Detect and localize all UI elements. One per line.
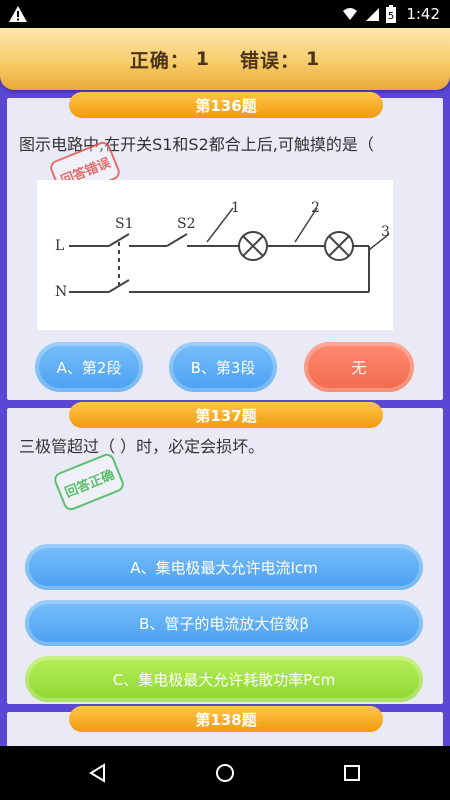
label-N: N	[55, 284, 67, 300]
correct-label: 正确：	[129, 49, 190, 72]
clock: 1:42	[406, 5, 440, 23]
circuit-diagram: L N S1 S2 1 2 3	[37, 180, 393, 330]
navigation-bar	[0, 746, 450, 800]
wifi-icon	[343, 8, 358, 20]
status-bar: 5 1:42	[0, 0, 450, 28]
answer-correct-stamp: 回答正确	[51, 451, 127, 513]
option-a-button[interactable]: A、集电极最大允许电流Icm	[25, 544, 423, 590]
label-S2: S2	[177, 216, 196, 232]
option-c-button[interactable]: C、集电极最大允许耗散功率Pcm	[25, 656, 423, 702]
wrong-count: 1	[306, 48, 321, 70]
question-list[interactable]: 第136题 图示电路中,在开关S1和S2都合上后,可触摸的是（ 回答错误 L N…	[0, 90, 450, 746]
question-number: 第138题	[69, 706, 383, 732]
label-3: 3	[381, 224, 390, 240]
warning-icon	[9, 6, 27, 22]
label-2: 2	[311, 200, 320, 216]
question-text: 三极管超过（ ）时，必定会损坏。	[19, 437, 265, 456]
battery-icon: 5	[386, 5, 397, 23]
question-card: 第136题 图示电路中,在开关S1和S2都合上后,可触摸的是（ 回答错误 L N…	[7, 92, 443, 400]
score-header: 正确： 1 错误： 1	[0, 28, 450, 90]
wrong-label: 错误：	[240, 49, 301, 72]
option-b-button[interactable]: B、管子的电流放大倍数β	[25, 600, 423, 646]
question-number: 第136题	[69, 92, 383, 118]
option-a-button[interactable]: A、第2段	[35, 342, 143, 392]
back-icon[interactable]	[88, 763, 108, 783]
option-b-button[interactable]: B、第3段	[169, 342, 277, 392]
signal-icon	[366, 8, 380, 21]
label-S1: S1	[115, 216, 134, 232]
correct-count: 1	[195, 48, 210, 70]
recents-icon[interactable]	[342, 763, 362, 783]
home-icon[interactable]	[215, 763, 235, 783]
question-number: 第137题	[69, 402, 383, 428]
question-card: 第138题	[7, 706, 443, 746]
question-card: 第137题 三极管超过（ ）时，必定会损坏。 回答正确 A、集电极最大允许电流I…	[7, 402, 443, 704]
option-none-button[interactable]: 无	[304, 342, 414, 392]
label-1: 1	[231, 200, 240, 216]
label-L: L	[55, 238, 64, 254]
battery-charging-text: 5	[388, 11, 394, 22]
